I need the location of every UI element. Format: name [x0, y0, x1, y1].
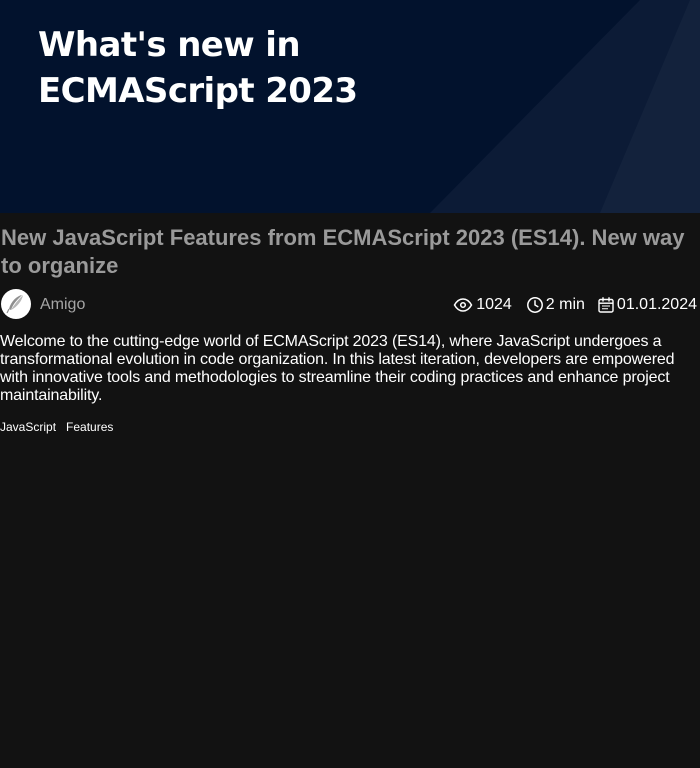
article-page: What's new in ECMAScript 2023 New JavaSc…	[0, 0, 700, 768]
hero-banner: What's new in ECMAScript 2023	[0, 0, 700, 213]
tag-features[interactable]: Features	[66, 420, 113, 434]
calendar-icon	[598, 297, 614, 313]
article-title[interactable]: New JavaScript Features from ECMAScript …	[1, 224, 699, 280]
feather-avatar-icon	[6, 295, 23, 314]
eye-icon	[453, 298, 473, 312]
views-count: 1024	[476, 296, 512, 313]
author-avatar[interactable]	[1, 289, 31, 319]
tag-list: JavaScript Features	[0, 420, 123, 434]
read-time-stat: 2 min	[526, 295, 585, 315]
clock-icon	[526, 297, 543, 313]
views-stat: 1024	[453, 295, 512, 315]
read-time: 2 min	[545, 296, 585, 313]
hero-title: What's new in ECMAScript 2023	[38, 25, 358, 111]
article-description: Welcome to the cutting-edge world of ECM…	[0, 333, 675, 404]
publish-date: 01.01.2024	[616, 296, 697, 313]
date-stat: 01.01.2024	[597, 295, 697, 315]
article-meta: Amigo 1024 2 min 01.01.2024	[0, 289, 700, 321]
article-stats: 1024 2 min 01.01.2024	[453, 295, 697, 315]
tag-javascript[interactable]: JavaScript	[0, 420, 56, 434]
author-name[interactable]: Amigo	[40, 296, 85, 314]
